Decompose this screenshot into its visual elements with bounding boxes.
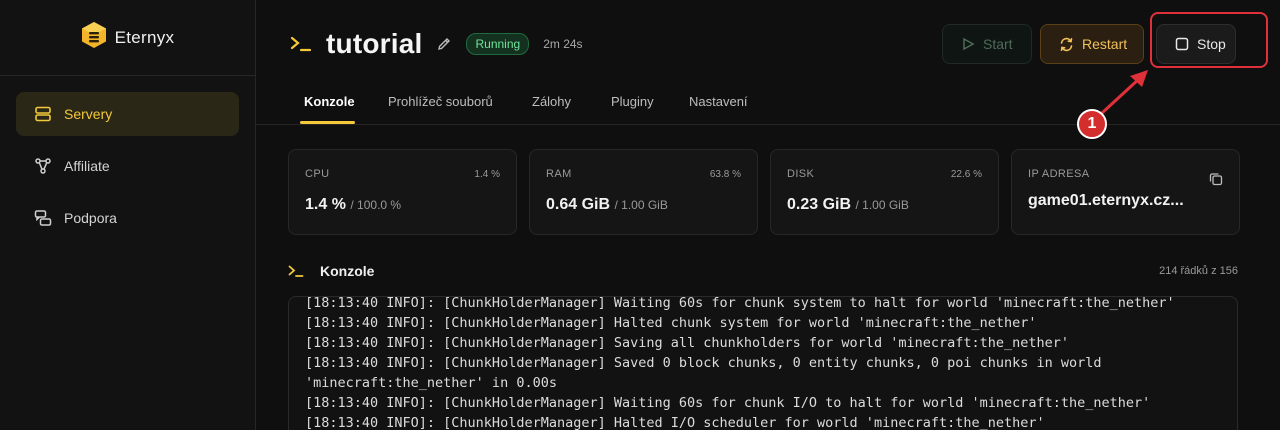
ram-value-line: 0.64 GiB / 1.00 GiB: [546, 196, 668, 214]
tab-konzole[interactable]: Konzole: [304, 94, 355, 109]
server-header: tutorial Running 2m 24s: [290, 22, 583, 66]
console-output[interactable]: [18:13:40 INFO]: [ChunkHolderManager] Wa…: [288, 296, 1238, 430]
ip-card: IP ADRESA game01.eternyx.cz...: [1011, 149, 1240, 235]
sidebar-item-label: Affiliate: [64, 158, 110, 174]
ram-total: / 1.00 GiB: [614, 198, 668, 212]
console-line-count: 214 řádků z 156: [1159, 265, 1238, 277]
start-button[interactable]: Start: [942, 24, 1032, 64]
sidebar-item-affiliate[interactable]: Affiliate: [16, 144, 239, 188]
terminal-prompt-icon: [288, 264, 304, 278]
restart-button[interactable]: Restart: [1040, 24, 1144, 64]
log-line: [18:13:40 INFO]: [ChunkHolderManager] Ha…: [305, 415, 1045, 430]
page-title: tutorial: [326, 28, 423, 59]
ip-label: IP ADRESA: [1028, 168, 1090, 180]
tab-pluginy[interactable]: Pluginy: [611, 94, 654, 109]
affiliate-icon: [34, 157, 52, 175]
server-icon: [34, 105, 52, 123]
cpu-value-line: 1.4 % / 100.0 %: [305, 196, 401, 214]
cpu-percent: 1.4 %: [474, 169, 500, 180]
copy-icon[interactable]: [1209, 172, 1223, 191]
console-title: Konzole: [320, 263, 375, 279]
log-line: [18:13:40 INFO]: [ChunkHolderManager] Wa…: [305, 395, 1151, 411]
sidebar-item-label: Podpora: [64, 210, 117, 226]
ram-card: RAM 63.8 % 0.64 GiB / 1.00 GiB: [529, 149, 758, 235]
uptime-text: 2m 24s: [543, 37, 583, 51]
log-line: [18:13:40 INFO]: [ChunkHolderManager] Sa…: [305, 335, 1070, 351]
disk-value-line: 0.23 GiB / 1.00 GiB: [787, 196, 909, 214]
console-header: Konzole 214 řádků z 156: [288, 259, 1238, 283]
annotation-highlight-box: [1150, 12, 1268, 68]
main-content: tutorial Running 2m 24s Start Restart St…: [256, 0, 1280, 430]
disk-percent: 22.6 %: [950, 169, 982, 180]
cpu-label: CPU: [305, 168, 330, 180]
active-tab-indicator: [300, 121, 355, 124]
disk-card: DISK 22.6 % 0.23 GiB / 1.00 GiB: [770, 149, 999, 235]
brand-name: Eternyx: [114, 27, 175, 47]
tab-nastaveni[interactable]: Nastavení: [689, 94, 748, 109]
sidebar-item-servery[interactable]: Servery: [16, 92, 239, 136]
sidebar-item-podpora[interactable]: Podpora: [16, 196, 239, 240]
log-line: [18:13:40 INFO]: [ChunkHolderManager] Sa…: [305, 355, 1110, 391]
tab-prohlizec-souboru[interactable]: Prohlížeč souborů: [388, 94, 493, 109]
cpu-total: / 100.0 %: [350, 198, 402, 212]
play-icon: [961, 37, 975, 51]
edit-pencil-icon[interactable]: [436, 36, 452, 52]
sidebar: Eternyx Servery Affiliate Podpora: [0, 0, 256, 430]
disk-total: / 1.00 GiB: [855, 198, 909, 212]
brand[interactable]: Eternyx: [0, 0, 255, 76]
restart-icon: [1059, 37, 1074, 52]
ram-percent: 63.8 %: [709, 169, 741, 180]
cpu-card: CPU 1.4 % 1.4 % / 100.0 %: [288, 149, 517, 235]
ip-address-value[interactable]: game01.eternyx.cz...: [1028, 192, 1184, 210]
restart-button-label: Restart: [1082, 36, 1128, 52]
tab-zalohy[interactable]: Zálohy: [532, 94, 571, 109]
stats-cards: CPU 1.4 % 1.4 % / 100.0 % RAM 63.8 % 0.6…: [288, 149, 1240, 235]
log-line: [18:13:40 INFO]: [ChunkHolderManager] Wa…: [305, 296, 1175, 311]
terminal-prompt-icon: [290, 34, 312, 54]
cpu-value: 1.4 %: [305, 196, 346, 213]
eternyx-logo-icon: [81, 21, 107, 54]
chat-icon: [34, 209, 52, 227]
sidebar-item-label: Servery: [64, 106, 113, 122]
ram-value: 0.64 GiB: [546, 196, 611, 213]
annotation-marker: 1: [1077, 109, 1107, 139]
tab-bar: Konzole Prohlížeč souborů Zálohy Pluginy…: [256, 80, 1280, 125]
sidebar-nav: Servery Affiliate Podpora: [0, 76, 255, 256]
status-badge: Running: [466, 33, 530, 55]
disk-value: 0.23 GiB: [787, 196, 852, 213]
start-button-label: Start: [983, 36, 1013, 52]
log-line: [18:13:40 INFO]: [ChunkHolderManager] Ha…: [305, 315, 1037, 331]
